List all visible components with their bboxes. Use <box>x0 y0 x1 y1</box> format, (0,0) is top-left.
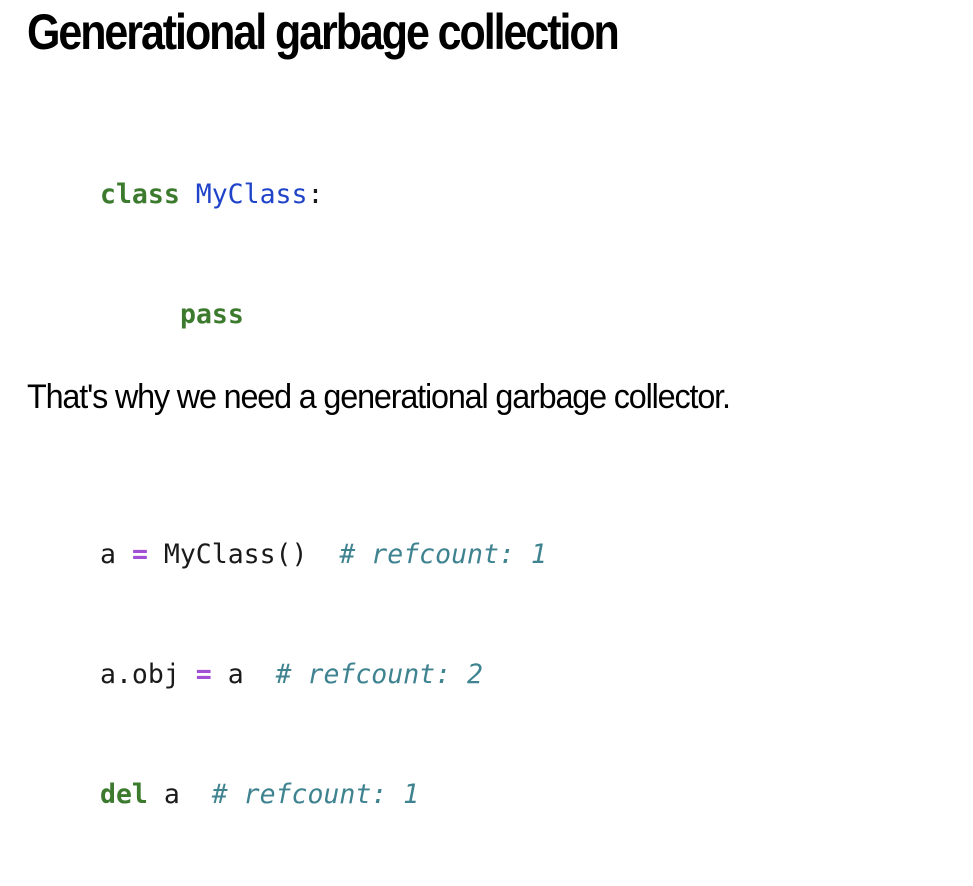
class-name: MyClass <box>195 179 308 210</box>
code-block: class MyClass: pass a = MyClass() # refc… <box>100 95 547 886</box>
comment: # refcount: 1 <box>211 779 420 810</box>
slide-title: Generational garbage collection <box>27 4 620 60</box>
code-line-pass: pass <box>100 295 547 335</box>
colon: : <box>307 179 324 210</box>
keyword-del: del <box>100 779 148 810</box>
keyword-class: class <box>100 179 180 210</box>
slide-caption: That's why we need a generational garbag… <box>27 378 731 416</box>
variable-a: a <box>163 779 180 810</box>
code-line-self-ref: a.obj = a # refcount: 2 <box>100 655 547 695</box>
code-line-class-def: class MyClass: <box>100 175 547 215</box>
variable-a: a <box>100 539 116 570</box>
code-line-assign: a = MyClass() # refcount: 1 <box>100 535 547 575</box>
comment: # refcount: 1 <box>339 539 547 570</box>
keyword-pass: pass <box>180 299 244 330</box>
comment: # refcount: 2 <box>275 659 483 690</box>
variable-a: a <box>227 659 244 690</box>
constructor-call: MyClass() <box>163 539 308 570</box>
code-line-del: del a # refcount: 1 <box>100 775 547 815</box>
assign-operator: = <box>195 659 212 690</box>
assign-operator: = <box>131 539 148 570</box>
attribute-target: a.obj <box>100 659 180 690</box>
slide: Generational garbage collection class My… <box>0 0 973 810</box>
